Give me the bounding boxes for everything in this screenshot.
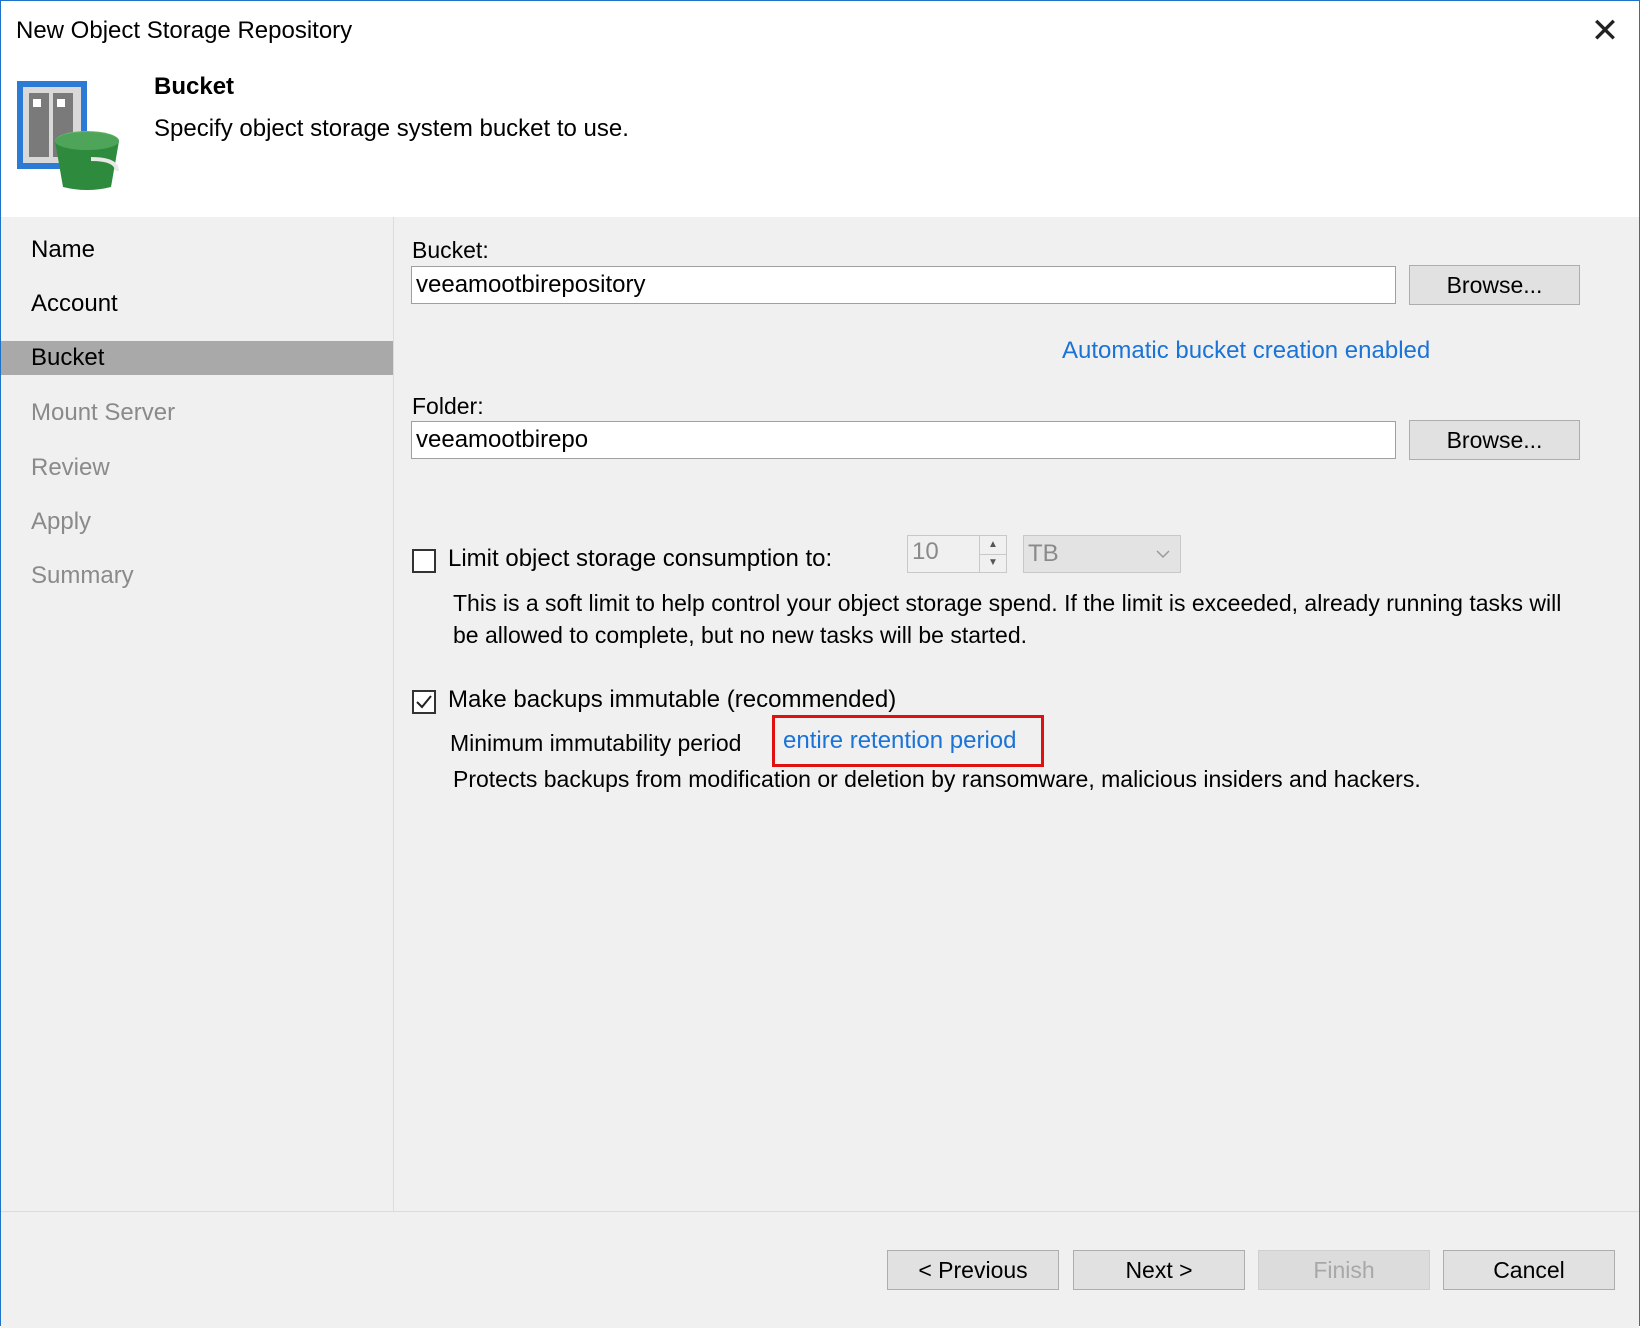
limit-consumption-checkbox[interactable] <box>412 549 436 573</box>
checkmark-icon <box>416 695 432 709</box>
close-button[interactable]: ✕ <box>1585 11 1625 51</box>
nav-item-bucket[interactable]: Bucket <box>1 341 393 375</box>
folder-field[interactable]: veeamootbirepo <box>411 421 1396 459</box>
nav-item-label: Account <box>31 290 118 317</box>
highlight-annotation <box>772 715 1044 767</box>
nav-item-label: Apply <box>31 508 92 535</box>
folder-browse-button[interactable]: Browse... <box>1409 420 1580 460</box>
nav-item-apply[interactable]: Apply <box>1 505 393 539</box>
finish-button[interactable]: Finish <box>1258 1250 1430 1290</box>
wizard-steps-sidebar: Name Account Bucket Mount Server Review … <box>1 217 394 1211</box>
next-button[interactable]: Next > <box>1073 1250 1245 1290</box>
limit-description-line2: be allowed to complete, but no new tasks… <box>453 622 1028 648</box>
previous-button[interactable]: < Previous <box>887 1250 1059 1290</box>
nav-item-label: Mount Server <box>31 399 176 426</box>
chevron-down-icon <box>1156 550 1170 559</box>
window-title: New Object Storage Repository <box>16 17 353 44</box>
spin-up-icon[interactable]: ▲ <box>979 536 1006 555</box>
limit-value-stepper[interactable]: 10 ▲ ▼ <box>907 535 1007 573</box>
bucket-browse-button[interactable]: Browse... <box>1409 265 1580 305</box>
nav-item-summary[interactable]: Summary <box>1 559 393 593</box>
limit-value: 10 <box>912 538 939 565</box>
wizard-window: New Object Storage Repository ✕ Bucket S… <box>0 0 1640 1328</box>
nav-item-name[interactable]: Name <box>1 233 393 267</box>
immutable-checkbox[interactable] <box>412 690 436 714</box>
spin-down-icon[interactable]: ▼ <box>979 554 1006 572</box>
immutable-description: Protects backups from modification or de… <box>453 766 1421 792</box>
limit-unit-select[interactable]: TB <box>1023 535 1181 573</box>
wizard-header: Bucket Specify object storage system buc… <box>1 63 1639 217</box>
automatic-bucket-creation-link[interactable]: Automatic bucket creation enabled <box>1062 337 1430 365</box>
nav-item-mount-server[interactable]: Mount Server <box>1 396 393 430</box>
limit-consumption-label[interactable]: Limit object storage consumption to: <box>448 545 832 573</box>
wizard-footer: < Previous Next > Finish Cancel <box>1 1211 1639 1328</box>
nav-item-label: Summary <box>31 562 134 589</box>
nav-item-review[interactable]: Review <box>1 451 393 485</box>
limit-unit-value: TB <box>1028 540 1059 567</box>
title-bar: New Object Storage Repository ✕ <box>1 1 1639 63</box>
nav-item-label: Name <box>31 236 96 263</box>
bucket-field[interactable]: veeamootbirepository <box>411 266 1396 304</box>
folder-label: Folder: <box>412 393 484 419</box>
immutable-label[interactable]: Make backups immutable (recommended) <box>448 686 896 714</box>
step-title: Bucket <box>154 73 235 100</box>
limit-description-line1: This is a soft limit to help control you… <box>453 590 1562 616</box>
bucket-settings-panel: Bucket: veeamootbirepository Browse... A… <box>394 217 1640 1211</box>
step-description: Specify object storage system bucket to … <box>154 115 629 142</box>
nav-item-account[interactable]: Account <box>1 287 393 321</box>
cancel-button[interactable]: Cancel <box>1443 1250 1615 1290</box>
bucket-label: Bucket: <box>412 237 489 263</box>
object-storage-bucket-icon <box>17 81 119 190</box>
immutability-period-label: Minimum immutability period <box>450 730 742 756</box>
nav-item-label: Review <box>31 454 110 481</box>
close-icon[interactable]: ✕ <box>1591 12 1620 50</box>
nav-item-label: Bucket <box>31 344 105 371</box>
